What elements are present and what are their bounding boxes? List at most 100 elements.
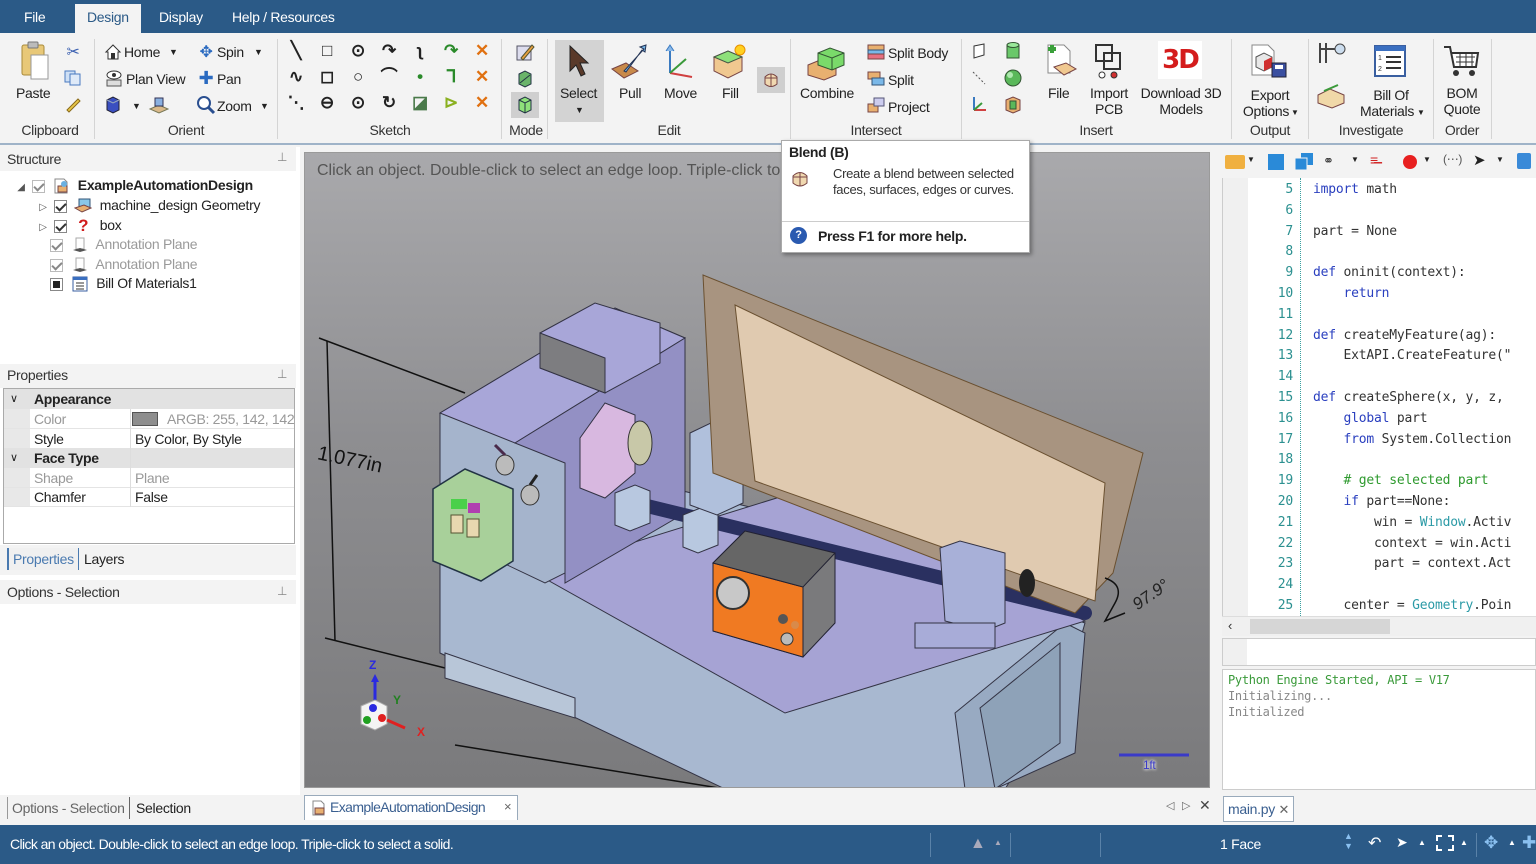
close-tab-icon[interactable]: ✕ [1279,802,1290,817]
select-pointer-dropdown-icon[interactable]: ▲ [1418,838,1426,847]
split-line-tool-icon[interactable]: ✕ [472,67,492,87]
cylinder-icon[interactable] [1004,41,1022,61]
bom-quote-button[interactable]: BOM [1440,85,1484,101]
close-tab-icon[interactable]: × [504,799,512,814]
bill-of-materials-button[interactable]: Bill Of [1364,87,1418,103]
open-dropdown-icon[interactable]: ▼ [1247,155,1255,164]
paste-button[interactable]: Paste [16,85,51,101]
tree-item-annotation-plane[interactable]: Annotation Plane [50,254,198,274]
circle-tool-icon[interactable]: ⊙ [348,41,368,61]
view-cube-dropdown-icon[interactable]: ▼ [132,98,141,114]
polygon-tool-icon[interactable]: ⊙ [348,93,368,113]
export-options-icon[interactable] [1248,43,1290,81]
cut-icon[interactable]: ✂ [64,43,82,61]
project-icon[interactable] [866,96,886,114]
collapse-icon[interactable]: ◢ [14,178,28,198]
export-dropdown-icon[interactable]: ▼ [1291,105,1299,121]
fill-button[interactable]: Fill [722,85,739,101]
tree-item-bill-of-materials[interactable]: Bill Of Materials1 [50,273,197,293]
tree-item-box[interactable]: ▷ ? box [36,215,121,235]
three-point-rectangle-tool-icon[interactable]: ◻ [317,67,337,87]
download-3d-icon[interactable]: 3D [1158,41,1202,79]
property-row-shape[interactable]: Shape Plane [4,468,294,488]
home-dropdown-icon[interactable]: ▼ [169,44,178,60]
home-icon[interactable] [104,43,122,61]
open-folder-icon[interactable] [1225,155,1245,169]
warning-dropdown-icon[interactable]: ▲ [994,838,1002,847]
code-editor[interactable]: 5 import math 6 7 part = None 8 9 def oninit(co… [1222,178,1536,616]
insert-snippet-icon[interactable]: (⋯) [1443,152,1462,166]
spin-button[interactable]: Spin [217,44,244,60]
spline-tool-icon[interactable]: ʅ [410,41,430,61]
machine-model[interactable] [305,153,1210,788]
measure-icon[interactable] [1316,41,1350,67]
mass-icon[interactable] [1316,79,1346,109]
line-tool-icon[interactable]: ╲ [286,41,306,61]
link-icon[interactable]: ⚭ [1323,153,1334,169]
import-pcb-button[interactable]: Import [1090,85,1128,101]
console-output[interactable]: Python Engine Started, API = V17 Initial… [1222,669,1536,790]
pan-icon[interactable]: ✚ [196,68,216,88]
select-dropdown-icon[interactable]: ▼ [1496,155,1504,164]
select-add-icon[interactable]: ➤ [1473,151,1486,169]
tangent-line-tool-icon[interactable]: ∿ [286,67,306,87]
pin-icon[interactable]: ⊥ [277,367,287,381]
property-section-appearance[interactable]: ∨ Appearance [4,389,294,409]
pan-mode-icon[interactable]: ✚ [1522,833,1536,853]
save-icon[interactable] [1268,154,1284,170]
chevron-down-icon[interactable]: ∨ [10,448,18,468]
split-button[interactable]: Split [888,72,914,88]
selection-spin-icon[interactable]: ▲ ▼ [1344,831,1353,851]
select-dropdown-icon[interactable]: ▼ [575,102,584,118]
bom-dropdown-icon[interactable]: ▼ [1417,105,1425,121]
import-pcb-icon[interactable] [1092,43,1124,81]
tangent-arc-tool-icon[interactable]: ↷ [379,41,399,61]
split-body-icon[interactable] [866,43,886,61]
property-row-style[interactable]: Style By Color, By Style [4,429,294,449]
scroll-left-icon[interactable]: ‹ [1228,618,1232,633]
fill-icon[interactable] [710,43,750,81]
select-pointer-icon[interactable]: ➤ [1396,834,1408,851]
sphere-icon[interactable] [1004,69,1022,87]
split-icon[interactable] [866,69,886,87]
bill-of-materials-icon[interactable]: 12 [1372,43,1408,79]
menu-tab-help[interactable]: Help / Resources [220,4,347,33]
ellipse-tool-icon[interactable]: ⊖ [317,93,337,113]
tab-selection[interactable]: Selection [136,797,191,819]
script-file-tab[interactable]: main.py ✕ [1223,796,1295,822]
visibility-checkbox[interactable] [50,238,63,252]
origin-icon[interactable] [970,95,988,113]
move-button[interactable]: Move [664,85,697,101]
tree-item-annotation-plane[interactable]: Annotation Plane [50,234,198,254]
spin-mode-dropdown-icon[interactable]: ▲ [1508,838,1516,847]
component-icon[interactable] [1004,95,1022,115]
record-dropdown-icon[interactable]: ▼ [1423,155,1431,164]
view-cube-icon[interactable] [104,95,122,115]
plan-view-icon[interactable] [104,69,124,87]
3d-mode-icon[interactable] [511,92,539,118]
record-icon[interactable] [1403,155,1417,169]
command-input[interactable] [1222,638,1536,666]
combine-icon[interactable] [806,43,848,81]
spin-icon[interactable]: ✥ [196,43,216,61]
pan-button[interactable]: Pan [217,71,241,87]
offset-curve-tool-icon[interactable]: ᒣ [441,67,461,87]
spin-mode-icon[interactable]: ✥ [1484,833,1498,853]
warning-triangle-icon[interactable]: ▲ [970,835,986,853]
property-value[interactable]: By Color, By Style [135,429,242,449]
insert-file-button[interactable]: File [1048,85,1070,101]
format-painter-icon[interactable] [64,95,82,113]
insert-file-icon[interactable] [1042,43,1078,81]
zoom-button[interactable]: Zoom [217,98,252,114]
close-document-icon[interactable]: ✕ [1199,797,1211,814]
sweep-arc-tool-icon[interactable]: ↷ [441,41,461,61]
three-point-circle-tool-icon[interactable]: ○ [348,67,368,87]
combine-button[interactable]: Combine [800,85,854,101]
visibility-checkbox[interactable] [50,277,63,291]
save-all-icon[interactable] [1294,153,1313,171]
chevron-down-icon[interactable]: ∨ [10,389,18,409]
axis-icon[interactable] [970,69,988,87]
visibility-checkbox[interactable] [53,219,67,233]
trim-away-tool-icon[interactable]: ✕ [472,41,492,61]
face-curve-tool-icon[interactable]: ◪ [410,93,430,113]
